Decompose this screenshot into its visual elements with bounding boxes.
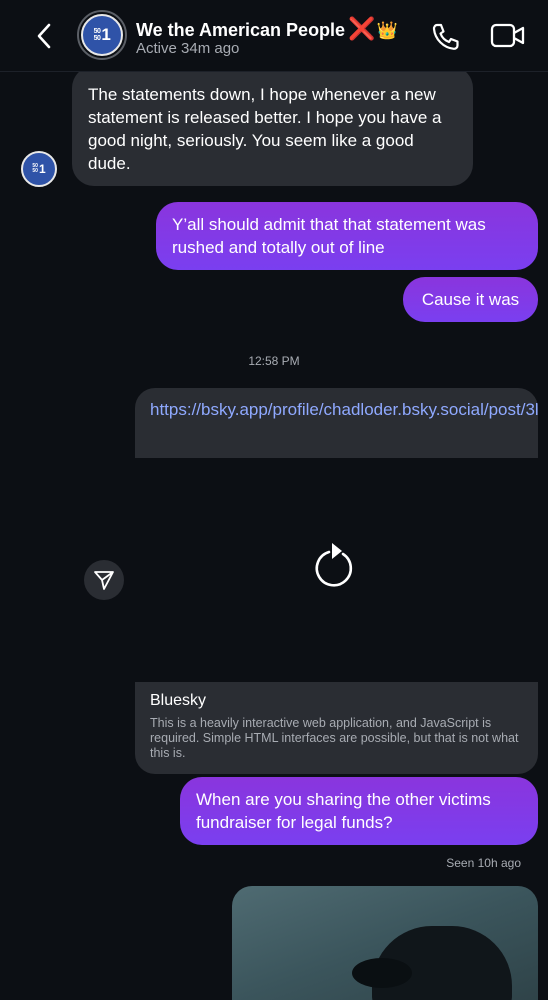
contact-name-text: We the American People [136,20,346,40]
seen-receipt: Seen 10h ago [446,856,521,870]
contact-name[interactable]: We the American People ❌👑 [136,16,398,42]
contact-avatar[interactable]: 50 50 1 [77,10,127,60]
message-thread[interactable]: The statements down, I hope whenever a n… [0,72,548,1000]
avatar-text-small: 50 50 [32,163,38,174]
phone-icon [432,23,459,50]
photo-subject-brim [352,958,412,988]
avatar-logo: 50 50 1 [81,14,123,56]
back-button[interactable] [30,20,60,52]
link-description: This is a heavily interactive web applic… [150,716,519,760]
sender-avatar[interactable]: 50 50 1 [21,151,57,187]
chevron-left-icon [37,23,51,49]
avatar-text-big: 1 [101,25,111,44]
outgoing-message[interactable]: When are you sharing the other victims f… [180,777,538,845]
link-url[interactable]: https://bsky.app/profile/chadloder.bsky.… [150,398,538,422]
share-button[interactable] [84,560,124,600]
link-site-name: Bluesky [150,692,207,709]
outgoing-message[interactable]: Cause it was [403,277,538,322]
incoming-message[interactable]: The statements down, I hope whenever a n… [72,72,473,186]
link-preview-frame[interactable] [135,458,538,682]
call-button[interactable] [430,22,462,52]
reload-icon[interactable] [310,540,360,592]
avatar-text-small: 50 50 [93,28,101,42]
chat-header: 50 50 1 We the American People ❌👑 Active 34… [0,0,548,72]
send-icon [94,571,114,590]
video-call-button[interactable] [490,22,526,50]
video-camera-icon [490,23,525,48]
message-timestamp: 12:58 PM [248,354,300,368]
crown-emoji: 👑 [376,21,398,40]
link-meta: Bluesky This is a heavily interactive we… [150,692,525,761]
active-status: Active 34m ago [136,40,240,57]
avatar-text-big: 1 [38,162,46,176]
outgoing-message[interactable]: Y’all should admit that that statement w… [156,202,538,270]
x-emoji: ❌ [348,16,376,41]
link-preview-card[interactable]: https://bsky.app/profile/chadloder.bsky.… [135,388,538,774]
shared-photo[interactable] [232,886,538,1000]
